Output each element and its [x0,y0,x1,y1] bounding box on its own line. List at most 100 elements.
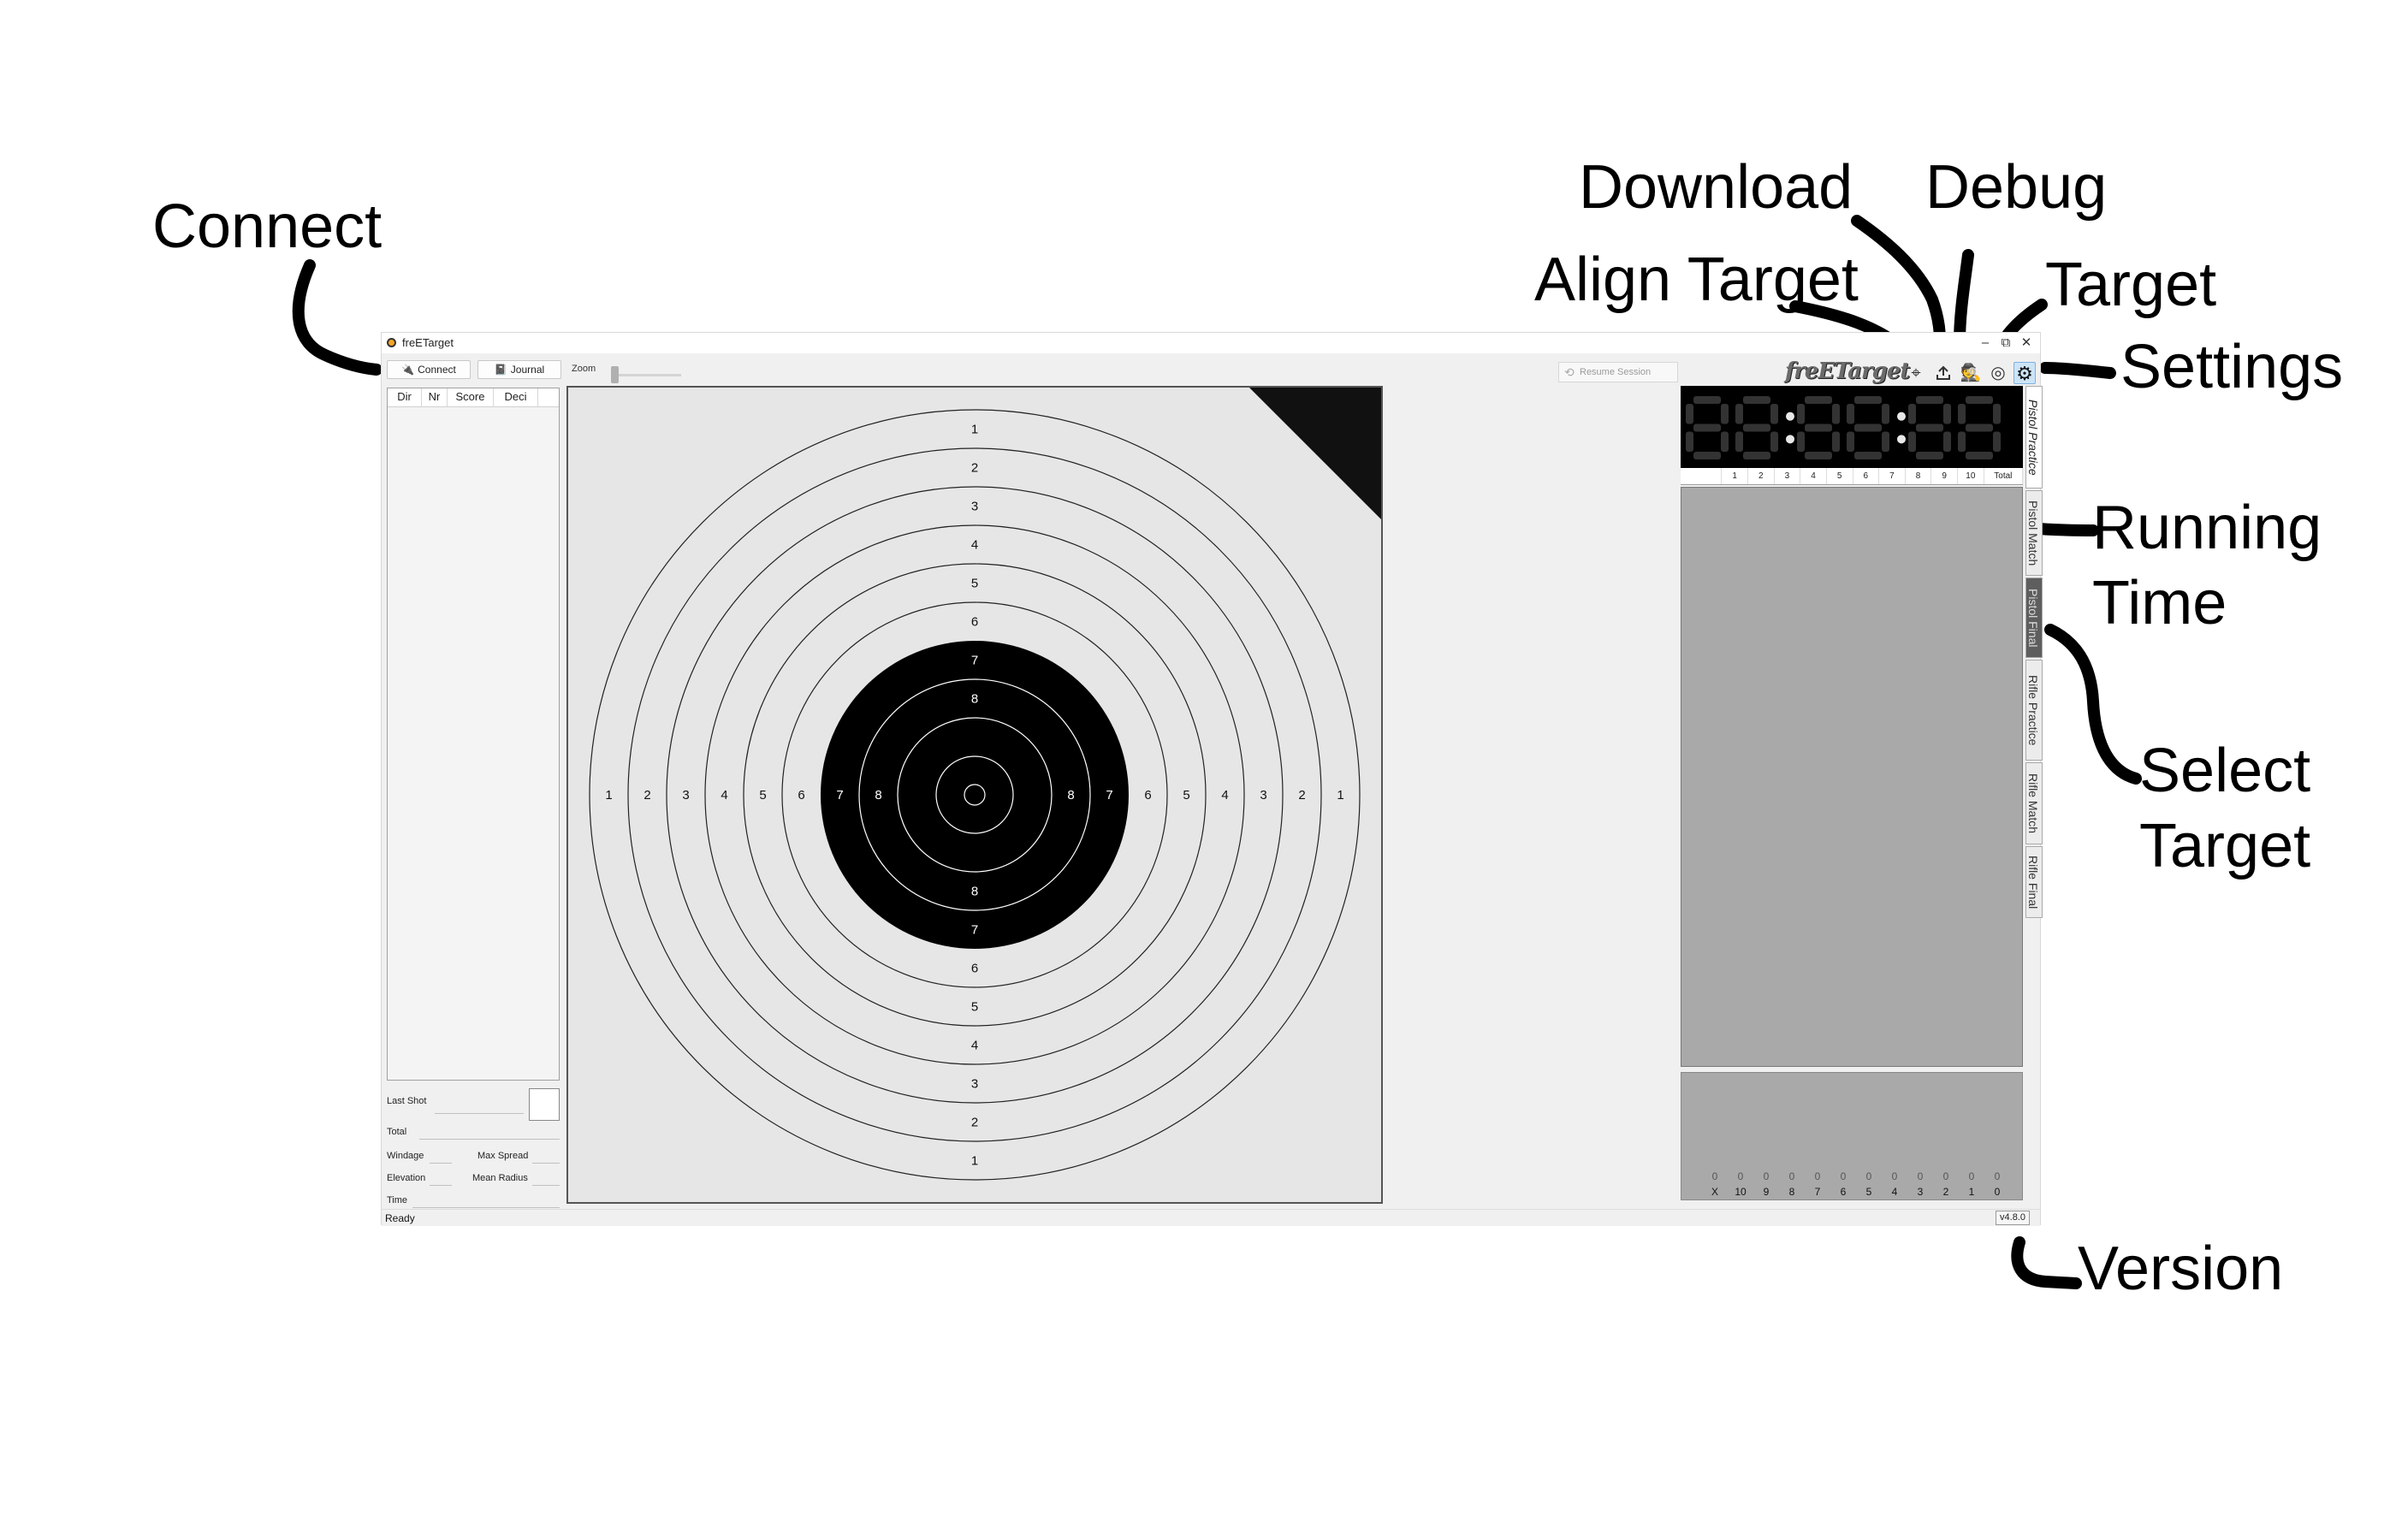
ring-label-6-right: 6 [1144,788,1151,803]
score-panel: 1 2 3 4 5 6 7 8 9 10 Total 0 0 0 0 0 0 0… [1681,386,2024,1200]
clock-digit-3-segment-5 [1847,404,1854,424]
series-score-area [1681,487,2023,1067]
app-icon [387,338,396,347]
clock-digit-2-segment-3 [1805,452,1832,459]
col-dir[interactable]: Dir [388,388,422,406]
debug-icon[interactable]: 🕵 [1960,362,1982,384]
clock-digit-0-segment-3 [1693,452,1721,459]
hist-label-8: 8 [1788,1186,1795,1198]
seven-segment-display [1686,396,2001,459]
clock-digit-1-segment-3 [1743,452,1770,459]
status-bar: Ready v4.8.0 [382,1209,2040,1226]
minimize-icon[interactable]: – [1975,335,1996,352]
ring-label-2-bottom: 2 [971,1116,978,1130]
col-nr[interactable]: Nr [422,388,448,406]
clock-digit-0-segment-6 [1693,424,1721,432]
settings-icon[interactable]: ⚙ [2013,362,2036,384]
ring-label-7-left: 7 [836,788,843,803]
debug-arrow [1954,249,1974,348]
target-icon[interactable]: ◎ [1987,362,2009,384]
freetarget-logo: freETarget [1785,358,1910,384]
hist-label-5: 5 [1865,1186,1872,1198]
close-icon[interactable]: ✕ [2016,335,2037,352]
ring-label-4-top: 4 [971,538,978,553]
ring-label-4-bottom: 4 [971,1039,978,1053]
ring-label-3-top: 3 [971,500,978,514]
target-type-tabs: Pistol Practice Pistol Match Pistol Fina… [2025,386,2044,918]
clock-digit-1-segment-1 [1770,404,1778,424]
tab-pistol-final[interactable]: Pistol Final [2025,578,2043,658]
max-spread-label: Max Spread [477,1151,529,1161]
clock-digit-4-segment-1 [1943,404,1951,424]
hist-label-x: X [1711,1186,1718,1198]
clock-digit-3-segment-1 [1882,404,1889,424]
score-col-7: 7 [1879,468,1906,484]
histogram-labels: X 10 9 8 7 6 5 4 3 2 1 0 [1702,1186,2010,1198]
score-col-blank [1681,468,1723,484]
clock-digit-5-segment-6 [1966,424,1993,432]
resume-session-button[interactable]: ⟲ Resume Session [1558,362,1678,382]
total-value [419,1139,560,1140]
col-score[interactable]: Score [448,388,494,406]
target-face[interactable]: 1 1 1 1 2 2 2 2 3 3 3 3 4 4 4 4 5 5 5 5 6 6 6 6 7 7 7 7 8 8 8 8 [568,388,1381,1202]
hist-label-0: 0 [1994,1186,2001,1198]
corner-marker [1249,388,1381,519]
zoom-slider-track[interactable] [614,374,681,376]
score-col-1: 1 [1722,468,1749,484]
clock-digit-2-segment-2 [1832,431,1840,452]
clock-digit-2-segment-5 [1797,404,1805,424]
ring-label-1-bottom: 1 [971,1154,978,1169]
zoom-slider-thumb[interactable] [611,366,619,383]
hist-label-1: 1 [1968,1186,1975,1198]
time-label: Time [387,1195,408,1205]
elevation-label: Elevation [387,1173,426,1183]
mean-radius-value [532,1185,560,1186]
clock-digit-5-segment-0 [1966,396,1993,404]
hist-count-3: 0 [1917,1170,1924,1182]
ring-10 [935,755,1014,834]
tab-rifle-match[interactable]: Rifle Match [2025,762,2043,844]
clock-digit-5-segment-3 [1966,452,1993,459]
last-shot-label: Last Shot [387,1096,427,1106]
elevation-value [430,1185,452,1186]
plug-icon: 🔌 [401,364,415,376]
settings-arrow [2039,362,2116,379]
restore-icon[interactable]: ⧉ [1996,335,2016,352]
ring-label-1-left: 1 [605,788,612,803]
col-deci[interactable]: Deci [494,388,538,406]
app-window: freETarget – ⧉ ✕ 🔌 Connect 📓 Journal Zoom … [381,332,2044,1226]
align-target-icon[interactable]: ⌖ [1905,362,1927,384]
shot-list[interactable]: Dir Nr Score Deci [387,388,560,1081]
journal-button[interactable]: 📓 Journal [477,360,561,379]
tab-pistol-match[interactable]: Pistol Match [2025,490,2043,576]
clock-digit-2-segment-6 [1805,424,1832,432]
clock-digit-1-segment-5 [1735,404,1743,424]
clock-digit-0-segment-2 [1721,431,1729,452]
clock-colon-dot [1897,435,1906,444]
target-panel[interactable]: 1 1 1 1 2 2 2 2 3 3 3 3 4 4 4 4 5 5 5 5 6 6 6 6 7 7 7 7 8 8 8 8 [566,386,1383,1204]
clock-digit-4-segment-4 [1908,431,1916,452]
score-histogram: 0 0 0 0 0 0 0 0 0 0 0 0 X 10 9 8 7 6 5 4… [1681,1072,2023,1200]
ring-label-8-left: 8 [875,788,881,803]
stats-panel: Last Shot Total Windage Max Spread Eleva… [387,1086,560,1214]
clock-digit-3-segment-6 [1854,424,1882,432]
select-target-arrow [2044,624,2142,785]
score-col-10: 10 [1958,468,1984,484]
hist-count-5: 0 [1865,1170,1872,1182]
ring-label-4-right: 4 [1221,788,1228,803]
hist-label-2: 2 [1942,1186,1949,1198]
tab-rifle-practice[interactable]: Rifle Practice [2025,660,2043,761]
download-icon[interactable] [1932,362,1954,384]
journal-label: Journal [510,364,545,376]
time-value [412,1207,560,1208]
connect-button[interactable]: 🔌 Connect [387,360,471,379]
tab-pistol-practice[interactable]: Pistol Practice [2025,386,2043,489]
clock-digit-3-segment-3 [1854,452,1882,459]
hist-label-4: 4 [1891,1186,1898,1198]
histogram-counts: 0 0 0 0 0 0 0 0 0 0 0 0 [1702,1170,2010,1182]
hist-label-3: 3 [1917,1186,1924,1198]
score-col-8: 8 [1906,468,1932,484]
tab-rifle-final[interactable]: Rifle Final [2025,846,2043,918]
clock-colon-dot [1786,412,1794,421]
clock-digit-1-segment-0 [1743,396,1770,404]
